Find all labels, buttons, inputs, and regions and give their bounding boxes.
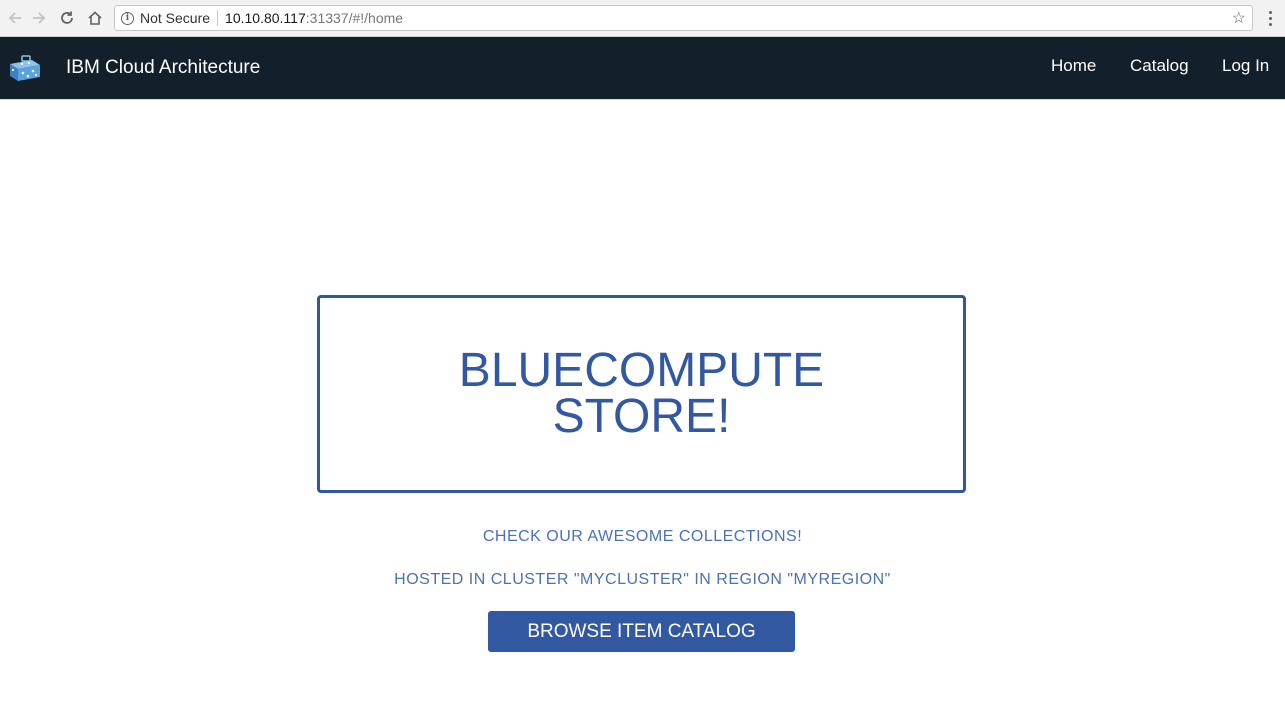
forward-button[interactable] bbox=[28, 7, 50, 29]
star-icon[interactable]: ☆ bbox=[1232, 8, 1246, 28]
arrow-right-icon bbox=[33, 12, 46, 24]
reload-button[interactable] bbox=[56, 7, 78, 29]
nav-link-login[interactable]: Log In bbox=[1222, 56, 1269, 76]
hero-banner: BLUECOMPUTE STORE! bbox=[317, 295, 966, 493]
address-separator bbox=[217, 10, 219, 26]
url-host[interactable]: 10.10.80.117 bbox=[225, 10, 306, 26]
hero-title: BLUECOMPUTE STORE! bbox=[442, 344, 842, 443]
address-bar[interactable]: i Not Secure 10.10.80.117:31337/#!/home … bbox=[114, 5, 1253, 31]
nav-link-home[interactable]: Home bbox=[1051, 56, 1096, 76]
hosting-info: HOSTED IN CLUSTER "MYCLUSTER" IN REGION … bbox=[394, 571, 891, 588]
home-button[interactable] bbox=[84, 7, 106, 29]
navbar-divider bbox=[0, 99, 1285, 100]
toolbox-logo-icon[interactable] bbox=[8, 54, 42, 82]
arrow-left-icon bbox=[8, 12, 21, 24]
brand-title[interactable]: IBM Cloud Architecture bbox=[66, 57, 260, 79]
vertical-dots-icon[interactable] bbox=[1262, 7, 1278, 29]
hero-title-line-1: BLUECOMPUTE bbox=[458, 344, 825, 397]
reload-icon bbox=[61, 11, 73, 24]
info-icon[interactable]: i bbox=[121, 11, 134, 25]
nav-link-catalog[interactable]: Catalog bbox=[1130, 56, 1189, 76]
browse-catalog-button[interactable]: BROWSE ITEM CATALOG bbox=[488, 611, 795, 652]
url-path[interactable]: :31337/#!/home bbox=[306, 10, 403, 26]
browser-toolbar: i Not Secure 10.10.80.117:31337/#!/home … bbox=[0, 0, 1285, 37]
collections-tagline: CHECK OUR AWESOME COLLECTIONS! bbox=[482, 528, 803, 545]
hero-title-line-2: STORE! bbox=[552, 390, 731, 443]
home-icon bbox=[88, 11, 102, 25]
back-button[interactable] bbox=[4, 7, 26, 29]
app-navbar: IBM Cloud Architecture Home Catalog Log … bbox=[0, 37, 1285, 99]
security-label[interactable]: Not Secure bbox=[140, 10, 210, 26]
